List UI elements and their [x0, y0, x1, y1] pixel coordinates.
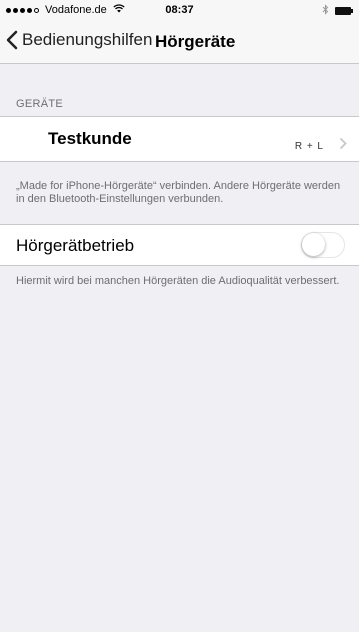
hearing-aid-mode-label: Hörgerätbetrieb [16, 236, 135, 255]
back-button-label: Bedienungshilfen [22, 30, 153, 49]
section-header-devices: GERÄTE [16, 98, 64, 110]
chevron-left-icon [6, 30, 18, 50]
navigation-bar: Bedienungshilfen Hörgeräte [0, 20, 359, 64]
back-button[interactable]: Bedienungshilfen [6, 30, 152, 50]
battery-icon [335, 7, 353, 15]
hearing-aid-mode-toggle[interactable] [301, 232, 345, 258]
status-bar: Vodafone.de 08:37 [0, 0, 359, 20]
status-right [322, 4, 353, 18]
toggle-knob [302, 233, 325, 256]
mode-footer-text: Hiermit wird bei manchen Hörgeräten die … [16, 275, 340, 287]
device-row-testkunde[interactable]: Testkunde R + L [0, 116, 359, 162]
hearing-aid-mode-row: Hörgerätbetrieb [0, 224, 359, 266]
devices-footer-text: „Made for iPhone-Hörgeräte“ verbinden. A… [16, 180, 341, 205]
chevron-right-icon [339, 137, 347, 150]
status-time: 08:37 [165, 4, 194, 16]
device-side-indicator: R + L [294, 141, 324, 152]
device-name: Testkunde [48, 129, 132, 148]
bluetooth-icon [322, 4, 329, 18]
page-title: Hörgeräte [155, 32, 236, 51]
